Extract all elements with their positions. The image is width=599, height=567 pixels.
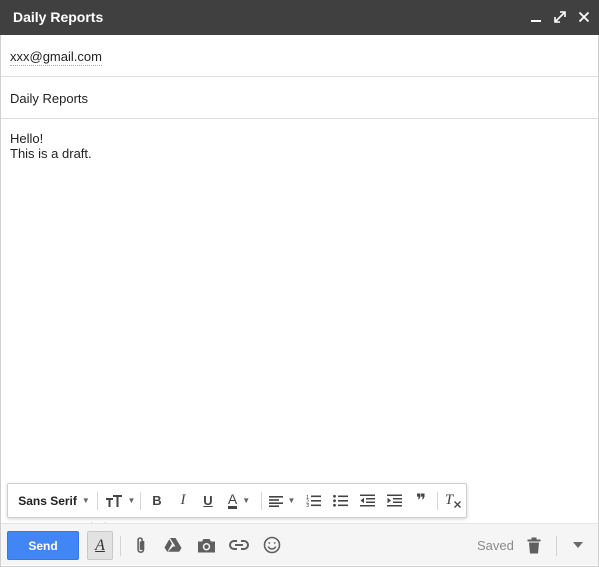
text-color-glyph: A [227, 491, 238, 509]
align-icon[interactable]: ▼ [266, 484, 298, 517]
to-field[interactable]: xxx@gmail.com [1, 36, 598, 77]
indent-more-icon[interactable] [383, 484, 405, 517]
chevron-down-icon: ▼ [127, 496, 136, 505]
clear-format-glyph: T [444, 492, 454, 508]
compose-title: Daily Reports [13, 9, 104, 25]
emoji-icon[interactable] [261, 535, 283, 555]
divider [556, 536, 557, 556]
svg-text:3: 3 [306, 503, 309, 507]
divider [140, 492, 141, 510]
chevron-down-icon: ▼ [81, 496, 90, 505]
chevron-down-icon: ▼ [287, 496, 296, 505]
to-recipient[interactable]: xxx@gmail.com [10, 49, 102, 66]
subject-input[interactable]: Daily Reports [10, 91, 88, 106]
message-body-text: Hello! This is a draft. [10, 131, 92, 161]
close-icon[interactable] [576, 9, 592, 25]
body-line: This is a draft. [10, 146, 92, 161]
quote-icon[interactable]: ❞ [410, 484, 432, 517]
divider [97, 492, 98, 510]
body-line: Hello! [10, 131, 44, 146]
formatting-bar: Sans Serif ▼ ▼ B I U A ▼ ▼ 123 ❞ T [7, 483, 467, 518]
trash-icon[interactable] [523, 535, 545, 555]
camera-icon[interactable] [195, 535, 217, 555]
expand-icon[interactable] [552, 9, 568, 25]
font-select[interactable]: Sans Serif ▼ [16, 484, 92, 517]
formatting-toggle-glyph: A [95, 536, 105, 554]
message-body[interactable] [1, 120, 598, 480]
underline-icon[interactable]: U [197, 484, 219, 517]
divider [437, 492, 438, 510]
minimize-icon[interactable] [528, 9, 544, 25]
send-button[interactable]: Send [7, 531, 79, 560]
link-icon[interactable] [228, 535, 250, 555]
text-size-icon[interactable]: ▼ [104, 484, 136, 517]
attach-icon[interactable] [130, 535, 152, 555]
indent-less-icon[interactable] [356, 484, 378, 517]
more-options-icon[interactable] [567, 535, 589, 555]
formatting-options-button[interactable]: A [87, 531, 113, 560]
remove-formatting-icon[interactable]: T [442, 484, 464, 517]
chevron-down-icon: ▼ [242, 496, 251, 505]
text-color-icon[interactable]: A ▼ [224, 484, 254, 517]
compose-titlebar[interactable]: Daily Reports [0, 0, 599, 35]
font-select-value: Sans Serif [18, 493, 77, 508]
save-status: Saved [477, 538, 514, 553]
italic-icon[interactable]: I [172, 484, 194, 517]
divider [120, 536, 121, 556]
drive-icon[interactable] [162, 535, 184, 555]
divider [261, 492, 262, 510]
bulleted-list-icon[interactable] [329, 484, 351, 517]
bold-icon[interactable]: B [146, 484, 168, 517]
subject-field[interactable]: Daily Reports [1, 78, 598, 119]
numbered-list-icon[interactable]: 123 [302, 484, 324, 517]
